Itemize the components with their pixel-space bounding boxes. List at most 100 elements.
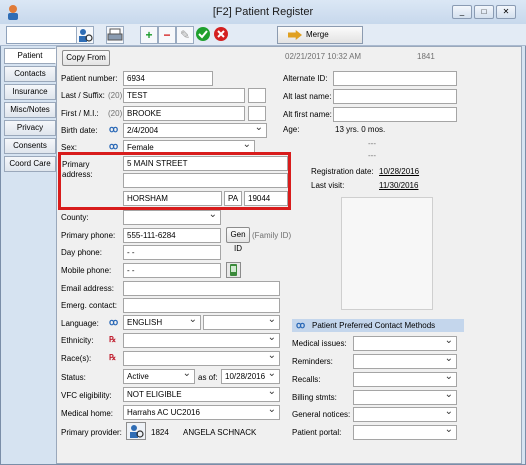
billing-stmts-select[interactable] bbox=[353, 390, 457, 405]
emergency-contact-field[interactable] bbox=[123, 298, 280, 313]
glasses-icon[interactable]: ꝏ bbox=[109, 124, 118, 135]
status-label: Status: bbox=[61, 373, 86, 382]
patient-portal-label: Patient portal: bbox=[292, 428, 342, 437]
patient-portal-select[interactable] bbox=[353, 425, 457, 440]
last-name-label: Last / Suffix: bbox=[61, 91, 105, 100]
print-icon[interactable] bbox=[106, 26, 124, 44]
dash-1: --- bbox=[368, 139, 376, 148]
mobile-device-icon[interactable] bbox=[226, 262, 241, 278]
address-label-1: Primary bbox=[62, 160, 90, 169]
provider-lookup-icon[interactable] bbox=[126, 422, 146, 440]
last-visit-label: Last visit: bbox=[311, 181, 345, 190]
patient-number-label: Patient number: bbox=[61, 74, 118, 83]
tab-consents[interactable]: Consents bbox=[4, 138, 56, 154]
rx-icon[interactable]: ℞ bbox=[109, 335, 116, 344]
dash-2: --- bbox=[368, 151, 376, 160]
glasses-icon[interactable]: ꝏ bbox=[109, 317, 118, 328]
suffix-field[interactable] bbox=[248, 88, 266, 103]
copy-from-button[interactable]: Copy From bbox=[62, 50, 110, 66]
race-select[interactable] bbox=[123, 351, 280, 366]
remove-icon[interactable]: − bbox=[158, 26, 176, 44]
tab-contacts[interactable]: Contacts bbox=[4, 66, 56, 82]
patient-number-field[interactable]: 6934 bbox=[123, 71, 213, 86]
language-label: Language: bbox=[61, 319, 99, 328]
window-title: [F2] Patient Register bbox=[212, 6, 314, 18]
medical-home-label: Medical home: bbox=[61, 409, 114, 418]
edit-icon[interactable]: ✎ bbox=[176, 26, 194, 44]
registration-date-label: Registration date: bbox=[311, 167, 374, 176]
language-secondary-select[interactable] bbox=[203, 315, 280, 330]
address-line2-field[interactable] bbox=[123, 173, 288, 188]
gen-id-button[interactable]: Gen ID bbox=[226, 227, 250, 253]
medical-issues-label: Medical issues: bbox=[292, 339, 347, 348]
county-label: County: bbox=[61, 213, 89, 222]
primary-phone-field[interactable]: 555-111-6284 bbox=[123, 228, 221, 243]
alternate-id-label: Alternate ID: bbox=[283, 74, 328, 83]
email-label: Email address: bbox=[61, 284, 114, 293]
county-select[interactable] bbox=[123, 210, 221, 225]
alt-last-name-label: Alt last name: bbox=[283, 92, 332, 101]
recalls-label: Recalls: bbox=[292, 375, 321, 384]
patient-lookup-icon[interactable] bbox=[76, 26, 94, 44]
tab-misc-notes[interactable]: Misc/Notes bbox=[4, 102, 56, 118]
race-label: Race(s): bbox=[61, 354, 92, 363]
alt-last-name-field[interactable] bbox=[333, 89, 457, 104]
last-name-length: (20) bbox=[108, 91, 123, 100]
ethnicity-select[interactable] bbox=[123, 333, 280, 348]
merge-arrow-icon bbox=[288, 30, 302, 40]
glasses-icon: ꝏ bbox=[296, 320, 306, 330]
glasses-icon[interactable]: ꝏ bbox=[109, 141, 118, 152]
maximize-button[interactable]: □ bbox=[474, 5, 494, 19]
address-label-2: address: bbox=[62, 170, 93, 179]
cancel-icon[interactable] bbox=[212, 26, 230, 44]
mobile-phone-label: Mobile phone: bbox=[61, 266, 112, 275]
vfc-select[interactable]: NOT ELIGIBLE bbox=[123, 387, 280, 402]
first-name-length: (20) bbox=[108, 109, 123, 118]
middle-initial-field[interactable] bbox=[248, 106, 266, 121]
as-of-date-field[interactable]: 10/28/2016 bbox=[221, 369, 280, 384]
last-name-field[interactable]: TEST bbox=[123, 88, 245, 103]
day-phone-field[interactable]: - - bbox=[123, 245, 221, 260]
close-button[interactable]: ✕ bbox=[496, 5, 516, 19]
tab-privacy[interactable]: Privacy bbox=[4, 120, 56, 136]
language-select[interactable]: ENGLISH bbox=[123, 315, 201, 330]
alt-first-name-field[interactable] bbox=[333, 107, 457, 122]
add-icon[interactable]: + bbox=[140, 26, 158, 44]
search-input[interactable] bbox=[6, 26, 78, 44]
medical-home-select[interactable]: Harrahs AC UC2016 bbox=[123, 405, 280, 420]
city-field[interactable]: HORSHAM bbox=[123, 191, 222, 206]
address-line1-field[interactable]: 5 MAIN STREET bbox=[123, 156, 288, 171]
title-bar: [F2] Patient Register _ □ ✕ bbox=[0, 0, 526, 24]
general-notices-select[interactable] bbox=[353, 407, 457, 422]
reminders-label: Reminders: bbox=[292, 357, 333, 366]
status-select[interactable]: Active bbox=[123, 369, 195, 384]
minimize-button[interactable]: _ bbox=[452, 5, 472, 19]
tab-insurance[interactable]: Insurance bbox=[4, 84, 56, 100]
tab-coord-care[interactable]: Coord Care bbox=[4, 156, 56, 172]
mobile-phone-field[interactable]: - - bbox=[123, 263, 221, 278]
birth-date-label: Birth date: bbox=[61, 126, 98, 135]
last-visit-value[interactable]: 11/30/2016 bbox=[379, 181, 418, 190]
reminders-select[interactable] bbox=[353, 354, 457, 369]
billing-stmts-label: Billing stmts: bbox=[292, 393, 337, 402]
emergency-contact-label: Emerg. contact: bbox=[61, 301, 118, 310]
alternate-id-field[interactable] bbox=[333, 71, 457, 86]
medical-issues-select[interactable] bbox=[353, 336, 457, 351]
first-name-label: First / M.I.: bbox=[61, 109, 99, 118]
contact-methods-header: ꝏ Patient Preferred Contact Methods bbox=[292, 319, 464, 332]
merge-button[interactable]: Merge bbox=[277, 26, 363, 44]
recalls-select[interactable] bbox=[353, 372, 457, 387]
email-field[interactable] bbox=[123, 281, 280, 296]
age-label: Age: bbox=[283, 125, 300, 134]
registration-date-value[interactable]: 10/28/2016 bbox=[379, 167, 419, 176]
tab-patient[interactable]: Patient bbox=[4, 48, 56, 64]
rx-icon[interactable]: ℞ bbox=[109, 353, 116, 362]
state-field[interactable]: PA bbox=[224, 191, 242, 206]
birth-date-field[interactable]: 2/4/2004 bbox=[123, 123, 267, 138]
zip-field[interactable]: 19044 bbox=[244, 191, 288, 206]
patient-photo[interactable] bbox=[341, 197, 433, 310]
primary-phone-label: Primary phone: bbox=[61, 231, 116, 240]
provider-id: 1824 bbox=[151, 428, 169, 437]
first-name-field[interactable]: BROOKE bbox=[123, 106, 245, 121]
save-icon[interactable] bbox=[194, 26, 212, 44]
